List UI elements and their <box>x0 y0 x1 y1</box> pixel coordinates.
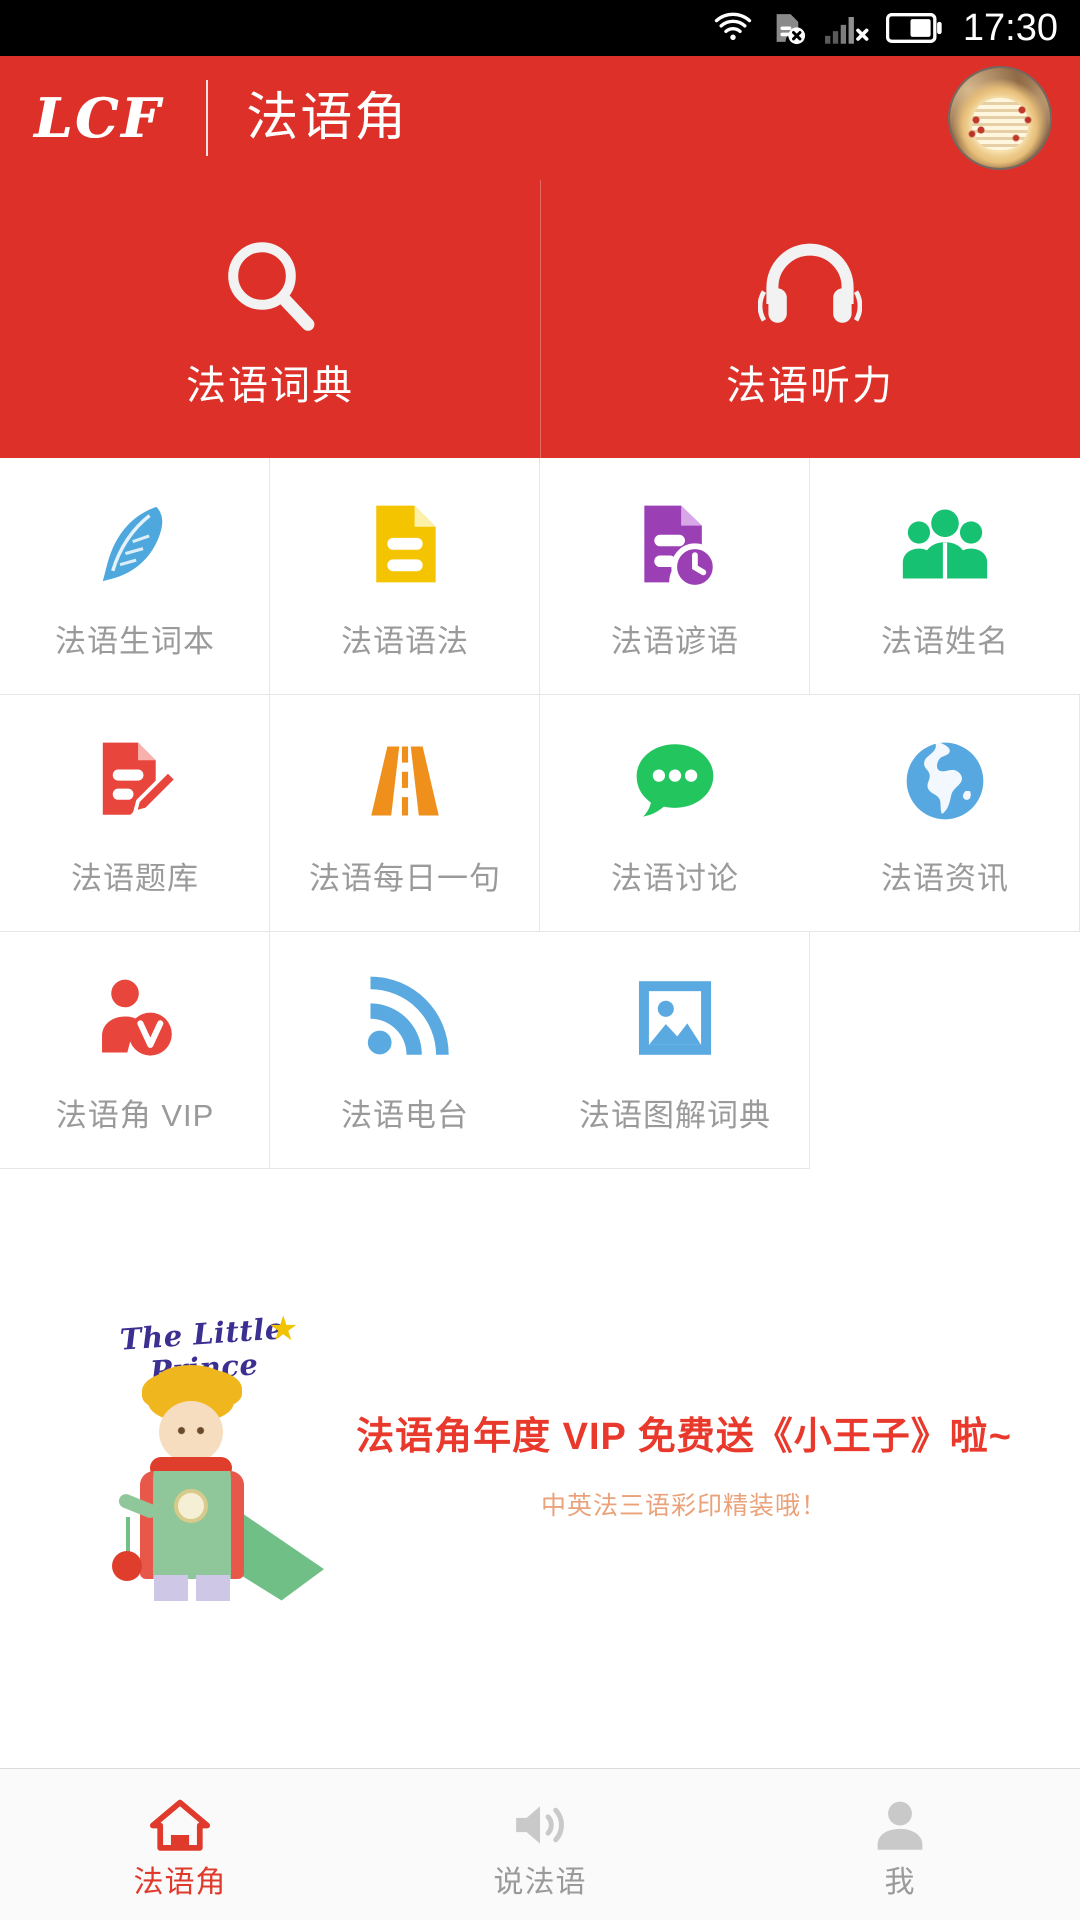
little-prince-illustration: The Little Prince ★ <box>88 1310 324 1601</box>
speaker-icon <box>509 1792 571 1854</box>
avatar[interactable] <box>948 66 1052 170</box>
grid-item-label: 法语题库 <box>71 860 199 896</box>
tab-label: 法语角 <box>133 1865 227 1899</box>
grid-item-label: 法语角 VIP <box>55 1097 215 1133</box>
star-icon: ★ <box>268 1309 299 1348</box>
tab-speak[interactable]: 说法语 <box>360 1769 720 1920</box>
person-icon <box>869 1792 931 1854</box>
bottom-tab-bar: 法语角 说法语 我 <box>0 1768 1080 1920</box>
feature-grid: 法语生词本 法语语法 法语谚语 法语姓名 法语题库 法语每日一句 法语讨论 法语… <box>0 458 1080 1169</box>
chat-bubble-icon <box>629 733 721 829</box>
grid-item-label: 法语谚语 <box>611 623 739 659</box>
battery-icon <box>885 13 942 43</box>
grid-item-label: 法语电台 <box>341 1097 469 1133</box>
tab-label: 说法语 <box>493 1865 587 1899</box>
people-group-icon <box>899 496 991 592</box>
grid-item-names[interactable]: 法语姓名 <box>810 458 1080 694</box>
app-screen: 17:30 LCF 法语角 法语词典 法语听力 法语生词本 法语语法 法语谚语 … <box>0 0 1080 1920</box>
picture-icon <box>629 970 721 1066</box>
grid-item-label: 法语每日一句 <box>309 860 501 896</box>
grid-item-discussion[interactable]: 法语讨论 <box>540 695 810 931</box>
road-icon <box>359 733 451 829</box>
prince-body <box>140 1470 244 1579</box>
grid-item-label: 法语资讯 <box>881 860 1009 896</box>
grid-item-label: 法语讨论 <box>611 860 739 896</box>
page-title: 法语角 <box>246 89 409 147</box>
home-icon <box>149 1792 211 1854</box>
prince-legs <box>154 1574 230 1601</box>
promo-banner[interactable]: The Little Prince ★ 法语角年度 VIP 免费送《小王子》啦~… <box>0 1169 1080 1768</box>
tab-home[interactable]: 法语角 <box>0 1769 360 1920</box>
document-edit-icon <box>89 733 181 829</box>
feather-icon <box>89 496 181 592</box>
grid-item-daily-sentence[interactable]: 法语每日一句 <box>270 695 540 931</box>
grid-item-vocabulary[interactable]: 法语生词本 <box>0 458 270 694</box>
promo-subline: 中英法三语彩印精装哦！ <box>540 1492 827 1521</box>
prince-rose <box>112 1550 142 1581</box>
globe-icon <box>899 733 991 829</box>
grid-item-label: 法语姓名 <box>881 623 1009 659</box>
grid-item-news[interactable]: 法语资讯 <box>810 695 1080 931</box>
grid-item-grammar[interactable]: 法语语法 <box>270 458 540 694</box>
wifi-icon <box>713 12 753 44</box>
feature-tile-dictionary[interactable]: 法语词典 <box>0 180 540 458</box>
grid-item-radio[interactable]: 法语电台 <box>270 932 540 1168</box>
promo-headline: 法语角年度 VIP 免费送《小王子》啦~ <box>356 1415 1012 1458</box>
grid-item-picture-dictionary[interactable]: 法语图解词典 <box>540 932 810 1168</box>
search-icon <box>218 232 322 340</box>
document-clock-icon <box>629 496 721 592</box>
grid-item-proverbs[interactable]: 法语谚语 <box>540 458 810 694</box>
feature-tile-label: 法语听力 <box>726 364 894 408</box>
headphones-icon <box>758 232 862 340</box>
app-header: LCF 法语角 <box>0 56 1080 180</box>
tab-profile[interactable]: 我 <box>720 1769 1080 1920</box>
promo-banner-text: 法语角年度 VIP 免费送《小王子》啦~ 中英法三语彩印精装哦！ <box>318 1415 1040 1523</box>
grid-item-label: 法语图解词典 <box>579 1097 771 1133</box>
app-logo: LCF <box>34 86 163 150</box>
grid-item-vip[interactable]: 法语角 VIP <box>0 932 270 1168</box>
status-bar-clock: 17:30 <box>962 7 1058 49</box>
rss-waves-icon <box>359 970 451 1066</box>
grid-item-empty <box>810 932 1080 1168</box>
feature-grid-wrap: 法语生词本 法语语法 法语谚语 法语姓名 法语题库 法语每日一句 法语讨论 法语… <box>0 458 1080 1169</box>
grid-item-label: 法语生词本 <box>55 623 215 659</box>
grid-item-question-bank[interactable]: 法语题库 <box>0 695 270 931</box>
feature-tile-label: 法语词典 <box>186 364 354 408</box>
vip-person-icon <box>89 970 181 1066</box>
tab-label: 我 <box>884 1865 916 1899</box>
feature-tile-listening[interactable]: 法语听力 <box>540 180 1080 458</box>
document-icon <box>359 496 451 592</box>
signal-no-service-icon <box>824 12 869 44</box>
sim-card-error-icon <box>770 11 808 45</box>
header-divider <box>206 80 209 156</box>
grid-item-label: 法语语法 <box>341 623 469 659</box>
prince-face <box>174 1424 208 1439</box>
prince-belt <box>174 1488 208 1523</box>
status-bar: 17:30 <box>0 0 1080 56</box>
avatar-image <box>950 68 1050 168</box>
feature-tiles: 法语词典 法语听力 <box>0 180 1080 458</box>
